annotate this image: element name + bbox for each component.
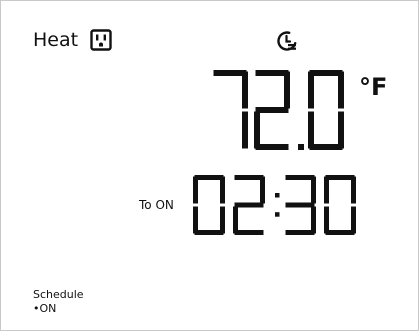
temperature-digit-segment (284, 71, 290, 109)
power-outlet-icon (90, 29, 112, 55)
timer-digit-segment (324, 176, 329, 204)
schedule-title: Schedule (33, 288, 84, 301)
temperature-digit-segment (255, 144, 289, 150)
timer-digit-segment (234, 202, 264, 208)
timer-digit-segment (220, 206, 225, 234)
timer-digit-segment (220, 176, 225, 204)
timer-digit-segment (194, 230, 224, 235)
timer-digit-segment (325, 230, 355, 235)
timer-digit-segment (311, 176, 316, 204)
timer-digit-segment (193, 176, 198, 204)
timer-digit-segment (285, 175, 315, 180)
temperature-digit-segment (213, 70, 247, 76)
temperature-digit-segment (308, 111, 314, 149)
temperature-digit-segment (242, 111, 248, 149)
temperature-readout (213, 70, 344, 150)
temperature-digit-segment (309, 144, 343, 150)
timer-digit-segment (260, 176, 265, 204)
timer-digit-segment (233, 206, 238, 234)
mode-label: Heat (33, 29, 79, 51)
timer-digit-segment (285, 202, 315, 208)
timer-digit-segment (234, 230, 264, 235)
temperature-digit-segment (255, 70, 289, 76)
temperature-digit-segment (338, 71, 344, 109)
timer-digit-segment (351, 206, 356, 234)
timer-label: To ON (139, 198, 174, 212)
temperature-digit-segment (254, 111, 260, 149)
timer-digit-segment (351, 176, 356, 204)
timer-colon-dot (275, 193, 280, 198)
temperature-digit-segment (338, 111, 344, 149)
timer-digit-segment (193, 206, 198, 234)
timer-digit-segment (325, 175, 355, 180)
timer-readout (193, 175, 356, 235)
timer-digit-segment (324, 206, 329, 234)
temperature-digit-segment (309, 70, 343, 76)
timer-digit-segment (311, 206, 316, 234)
timer-digit-segment (234, 175, 264, 180)
timer-digit-segment (194, 175, 224, 180)
temperature-digit-segment (255, 107, 289, 113)
schedule-status: •ON (33, 302, 57, 315)
temperature-digit-segment (242, 71, 248, 109)
temperature-digit-segment (308, 71, 314, 109)
clock-schedule-icon (276, 30, 298, 56)
temperature-unit: °F (359, 73, 388, 101)
timer-digit-segment (285, 230, 315, 235)
thermostat-display: Heat °F To ON Schedule •ON (0, 0, 419, 331)
temperature-decimal-point (298, 144, 304, 150)
timer-colon-dot (275, 212, 280, 217)
